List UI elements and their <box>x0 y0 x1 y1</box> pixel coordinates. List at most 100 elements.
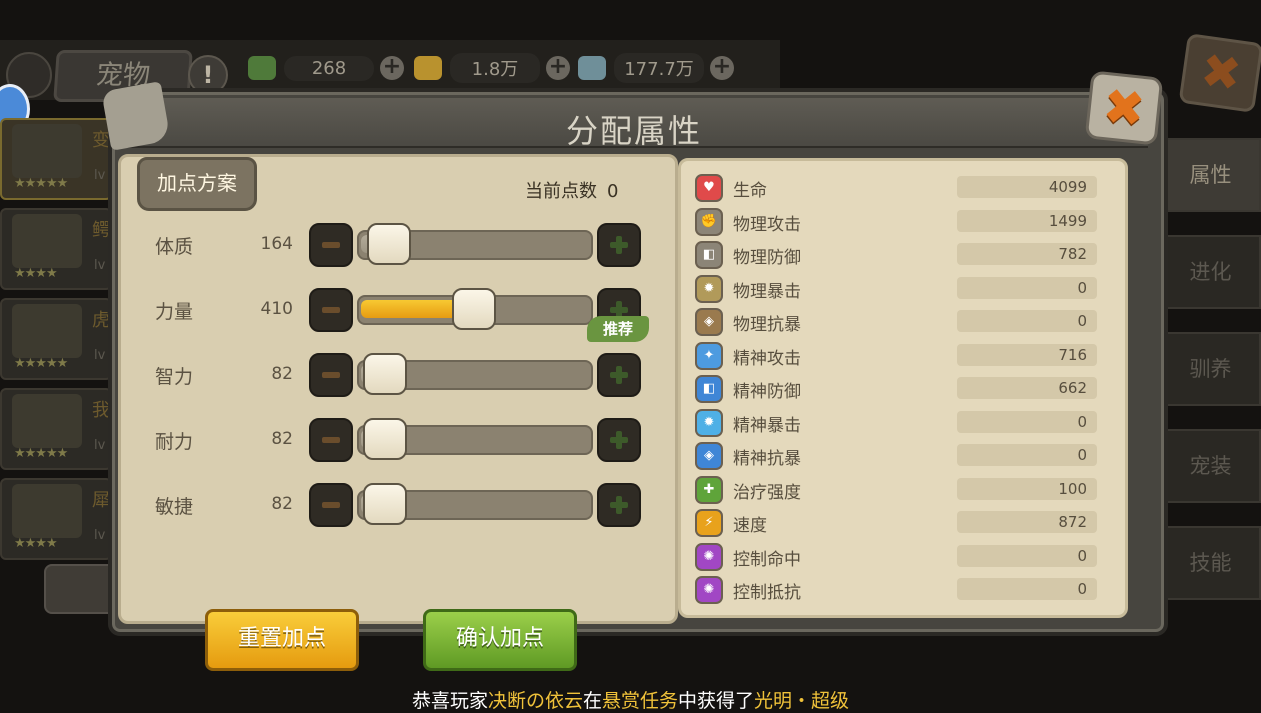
spirit-critical-icon: ✹ <box>695 408 723 437</box>
attribute-slider[interactable] <box>357 223 593 265</box>
pet-stars: ★★★★ <box>14 266 58 281</box>
currency-value: 268 <box>284 55 374 81</box>
stat-value: 716 <box>957 343 1097 366</box>
stat-label: 生命 <box>733 181 767 201</box>
stat-value: 0 <box>957 578 1097 600</box>
pet-portrait <box>12 484 82 538</box>
attribute-label: 体质 <box>155 236 194 258</box>
chat-icon[interactable] <box>44 564 118 614</box>
stat-label: 治疗强度 <box>733 482 801 503</box>
stat-row: ◧ 物理防御 782 <box>695 240 1115 270</box>
stat-row: ✊ 物理攻击 1499 <box>695 207 1115 237</box>
attribute-slider[interactable] <box>357 288 593 330</box>
pet-list: ★★★★★ 变 lv ★★★★ 鳄 lv ★★★★★ 虎 lv ★★★★★ 我 … <box>0 118 112 568</box>
attribute-label: 耐力 <box>155 431 194 453</box>
add-currency-button[interactable]: + <box>546 56 570 80</box>
pet-stars: ★★★★★ <box>14 356 68 371</box>
increase-button[interactable] <box>597 353 641 397</box>
system-broadcast: 恭喜玩家决断の依云在悬赏任务中获得了光明・超级 <box>0 686 1261 712</box>
decrease-button[interactable] <box>309 353 353 397</box>
spirit-attack-icon: ✦ <box>695 341 723 370</box>
pet-card[interactable]: ★★★★★ 我 lv <box>0 388 112 470</box>
tab-train[interactable]: 驯养 <box>1160 332 1261 406</box>
pet-level: lv <box>94 528 106 543</box>
tab-evolve[interactable]: 进化 <box>1160 235 1261 309</box>
pet-card[interactable]: ★★★★★ 虎 lv <box>0 298 112 380</box>
confirm-points-button[interactable]: 确认加点 <box>423 609 577 671</box>
currency-value: 1.8万 <box>450 53 540 83</box>
attribute-label: 智力 <box>155 366 194 388</box>
attribute-row: 耐力 82 <box>121 418 675 462</box>
decrease-button[interactable] <box>309 483 353 527</box>
stat-label: 速度 <box>733 516 767 536</box>
pet-stars: ★★★★★ <box>14 176 68 191</box>
dialog-title: 分配属性 <box>565 112 702 150</box>
stat-label: 控制抵抗 <box>733 583 801 603</box>
recommend-badge: 推荐 <box>587 316 649 342</box>
pet-stars: ★★★★★ <box>14 446 68 461</box>
currency-value: 177.7万 <box>614 53 704 83</box>
shell-currency-icon <box>578 56 606 80</box>
attribute-slider[interactable] <box>357 418 593 460</box>
pet-card[interactable]: ★★★★ 犀 lv <box>0 478 112 560</box>
slider-handle[interactable] <box>363 483 407 525</box>
attribute-value: 82 <box>271 364 293 384</box>
pet-card[interactable]: ★★★★ 鳄 lv <box>0 208 112 290</box>
slider-handle[interactable] <box>363 353 407 395</box>
allocate-attributes-dialog: 分配属性 ✖ 加点方案 当前点数 0 体质 164 力量 410 推荐 智力 82 耐力 82 敏捷… <box>101 70 1168 671</box>
stat-label: 物理暴击 <box>733 281 801 302</box>
stat-label: 精神防御 <box>733 382 801 402</box>
stat-value: 0 <box>957 310 1097 332</box>
decrease-button[interactable] <box>309 418 353 462</box>
slider-handle[interactable] <box>452 288 496 330</box>
stat-value: 1499 <box>957 209 1097 232</box>
stat-value: 0 <box>957 444 1097 466</box>
add-currency-button[interactable]: + <box>380 56 404 80</box>
tab-skills[interactable]: 技能 <box>1160 526 1261 600</box>
stat-row: ⚡ 速度 872 <box>695 508 1115 538</box>
lightning-icon: ⚡ <box>695 509 723 537</box>
stat-row: ✹ 精神暴击 0 <box>695 408 1115 438</box>
stat-value: 0 <box>957 544 1097 567</box>
tab-attributes[interactable]: 属性 <box>1160 138 1261 212</box>
tab-equipment[interactable]: 宠装 <box>1160 429 1261 503</box>
background-close-button[interactable]: ✖ <box>1178 33 1261 113</box>
close-icon: ✖ <box>1100 76 1148 140</box>
increase-button[interactable] <box>597 223 641 267</box>
spirit-shield-icon: ◧ <box>695 375 723 403</box>
stat-value: 662 <box>957 377 1097 399</box>
pet-level: lv <box>94 438 106 453</box>
stat-row: ◧ 精神防御 662 <box>695 374 1115 404</box>
stat-label: 精神暴击 <box>733 415 801 436</box>
heart-icon: ♥ <box>695 174 723 202</box>
close-button[interactable]: ✖ <box>1084 70 1164 146</box>
attribute-slider[interactable] <box>357 353 593 395</box>
attribute-value: 164 <box>260 234 293 254</box>
decrease-button[interactable] <box>309 223 353 267</box>
increase-button[interactable] <box>597 483 641 527</box>
stat-label: 物理防御 <box>733 248 801 268</box>
slider-handle[interactable] <box>367 223 411 265</box>
stat-label: 物理攻击 <box>733 214 801 235</box>
pet-portrait <box>12 124 82 178</box>
attribute-row: 敏捷 82 <box>121 483 675 527</box>
currency-leaf: 268 + <box>248 54 404 82</box>
dialog-titlebar: 分配属性 <box>120 98 1148 150</box>
reset-points-button[interactable]: 重置加点 <box>205 609 359 671</box>
stat-row: ✚ 治疗强度 100 <box>695 475 1115 505</box>
add-currency-button[interactable]: + <box>710 56 734 80</box>
fist-attack-icon: ✊ <box>695 207 723 236</box>
green-leaf-currency-icon <box>248 56 276 80</box>
stat-label: 物理抗暴 <box>733 315 801 335</box>
increase-button[interactable] <box>597 418 641 462</box>
attribute-row: 智力 82 <box>121 353 675 397</box>
slider-handle[interactable] <box>363 418 407 460</box>
decrease-button[interactable] <box>309 288 353 332</box>
attribute-label: 力量 <box>155 301 194 323</box>
broadcast-task: 悬赏任务 <box>602 690 679 712</box>
point-plan-button[interactable]: 加点方案 <box>137 157 257 211</box>
pet-card[interactable]: ★★★★★ 变 lv <box>0 118 112 200</box>
attribute-slider[interactable] <box>357 483 593 525</box>
currency-gold: 1.8万 + <box>414 53 570 83</box>
attribute-row: 体质 164 <box>121 223 675 267</box>
